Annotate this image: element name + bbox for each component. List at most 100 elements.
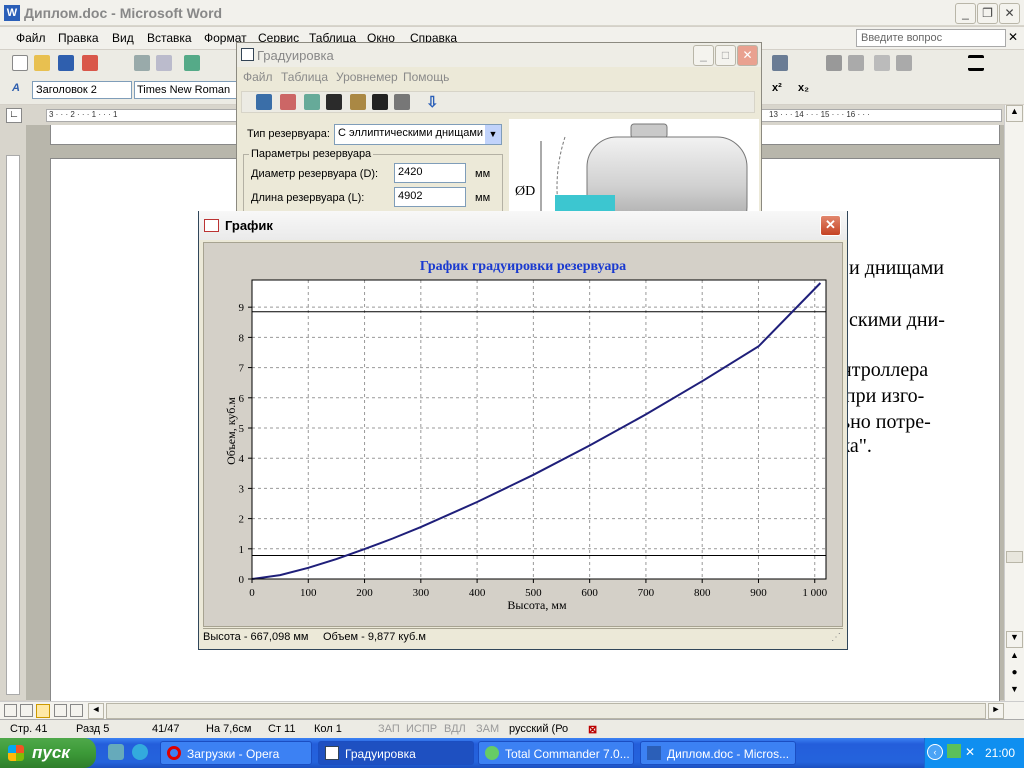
task-label: Градуировка [345,747,416,761]
download-arrow-icon[interactable]: ⇩ [426,93,442,111]
reading-view-icon[interactable] [70,704,83,717]
scroll-right-button[interactable]: ► [988,703,1004,719]
grad-maximize-button[interactable]: □ [715,45,736,66]
close-button[interactable]: ✕ [999,3,1020,24]
vertical-scrollbar[interactable]: ▲ ▼ ▲ ● ▼ [1004,105,1024,702]
resize-grip-icon[interactable]: ⋰ [831,632,841,643]
wrap-icon[interactable] [848,55,864,71]
params-group-label: Параметры резервуара [249,148,374,160]
vruler-strip[interactable] [6,155,20,695]
word-title-bar: W Диплом.doc - Microsoft Word _ ❐ ✕ [0,0,1024,26]
grad-close-button[interactable]: ✕ [737,45,758,66]
normal-view-icon[interactable] [4,704,17,717]
web-view-icon[interactable] [20,704,33,717]
font-select[interactable]: Times New Roman [134,81,238,99]
table-icon[interactable] [394,94,410,110]
app-icon [325,746,339,760]
tab-selector[interactable]: ∟ [6,108,22,123]
save-icon[interactable] [58,55,74,71]
prev-page-icon[interactable]: ▲ [1006,650,1023,667]
x-tick-label: 300 [413,587,430,599]
print-view-icon[interactable] [36,704,50,718]
superscript-icon[interactable]: x² [772,82,788,98]
task-word[interactable]: Диплом.doc - Micros... [640,741,796,765]
permission-icon[interactable] [82,55,98,71]
status-volume: Объем - 9,877 куб.м [323,631,426,643]
length-input[interactable]: 4902 [394,187,466,207]
x-tick-label: 900 [750,587,767,599]
close-doc-icon[interactable]: ✕ [1008,30,1018,44]
styles-icon[interactable]: A [12,82,28,98]
status-height: Высота - 667,098 мм [203,631,309,643]
y-tick-label: 8 [239,332,245,344]
word-icon [647,746,661,760]
align-icon[interactable] [874,55,890,71]
x-tick-label: 100 [300,587,317,599]
diameter-symbol: ØD [515,184,535,199]
disk-icon[interactable] [372,94,388,110]
browse-object-icon[interactable]: ● [1006,667,1023,684]
network-icon[interactable] [947,744,961,758]
horizontal-scrollbar[interactable]: ◄ ► [0,701,1024,719]
word-app-icon[interactable]: W [4,5,20,21]
tray-arrow-icon[interactable]: ‹ [927,744,943,760]
tank-type-value: С эллиптическими днищами [338,127,484,139]
table-edit-icon[interactable] [304,94,320,110]
menu-view[interactable]: Вид [112,31,134,45]
scroll-left-button[interactable]: ◄ [88,703,104,719]
drawing-icon[interactable] [772,55,788,71]
task-opera[interactable]: Загрузки - Opera [160,741,312,765]
grad-menu-help[interactable]: Помощь [403,70,449,84]
diameter-input[interactable]: 2420 [394,163,466,183]
line-style-icon[interactable] [968,55,984,71]
quicklaunch-desktop-icon[interactable] [108,744,124,760]
status-col: Кол 1 [314,723,342,735]
h-scroll-thumb[interactable] [106,703,986,719]
maximize-button[interactable]: ❐ [977,3,998,24]
save-icon[interactable] [326,94,342,110]
scroll-down-button[interactable]: ▼ [1006,631,1023,648]
task-total-commander[interactable]: Total Commander 7.0... [478,741,634,765]
chevron-down-icon[interactable]: ▼ [485,125,501,144]
graduirovka-title-bar[interactable]: Градуировка _ □ ✕ [237,43,761,67]
status-rec[interactable]: ЗАП [378,723,400,735]
task-graduirovka[interactable]: Градуировка [318,741,474,765]
calibration-chart: График градуировки резервуара Высота, мм… [224,259,828,612]
grad-menu-table[interactable]: Таблица [281,70,328,84]
subscript-icon[interactable]: x₂ [798,82,814,98]
print-icon[interactable] [134,55,150,71]
preview-icon[interactable] [156,55,172,71]
menu-file[interactable]: Файл [16,31,46,45]
graph-close-button[interactable]: ✕ [820,215,841,236]
tank-type-select[interactable]: С эллиптическими днищами ▼ [334,124,502,145]
scroll-up-button[interactable]: ▲ [1006,105,1023,122]
graph-window-title: График [225,218,273,233]
menu-edit[interactable]: Правка [58,31,99,45]
outline-view-icon[interactable] [54,704,67,717]
open-icon[interactable] [34,55,50,71]
start-button[interactable]: пуск [0,738,96,768]
new-doc-icon[interactable] [12,55,28,71]
graph-title-bar[interactable]: График ✕ [199,211,847,240]
status-ovr[interactable]: ЗАМ [476,723,499,735]
distribute-icon[interactable] [896,55,912,71]
grad-minimize-button[interactable]: _ [693,45,714,66]
grad-menu-file[interactable]: Файл [243,70,273,84]
spelling-status-icon[interactable]: ⊠ [588,723,597,736]
tray-close-icon[interactable]: ✕ [965,745,975,759]
grad-menu-level[interactable]: Уровнемер [336,70,398,84]
chart-icon[interactable] [280,94,296,110]
import-icon[interactable] [256,94,272,110]
spelling-icon[interactable] [184,55,200,71]
ask-question-input[interactable]: Введите вопрос [856,29,1006,47]
menu-insert[interactable]: Вставка [147,31,192,45]
minimize-button[interactable]: _ [955,3,976,24]
scroll-thumb[interactable] [1006,551,1023,563]
next-page-icon[interactable]: ▼ [1006,684,1023,701]
status-ext[interactable]: ВДЛ [444,723,466,735]
style-select[interactable]: Заголовок 2 [32,81,132,99]
status-trk[interactable]: ИСПР [406,723,437,735]
quicklaunch-ie-icon[interactable] [132,744,148,760]
shading-icon[interactable] [826,55,842,71]
save-as-icon[interactable] [350,94,366,110]
